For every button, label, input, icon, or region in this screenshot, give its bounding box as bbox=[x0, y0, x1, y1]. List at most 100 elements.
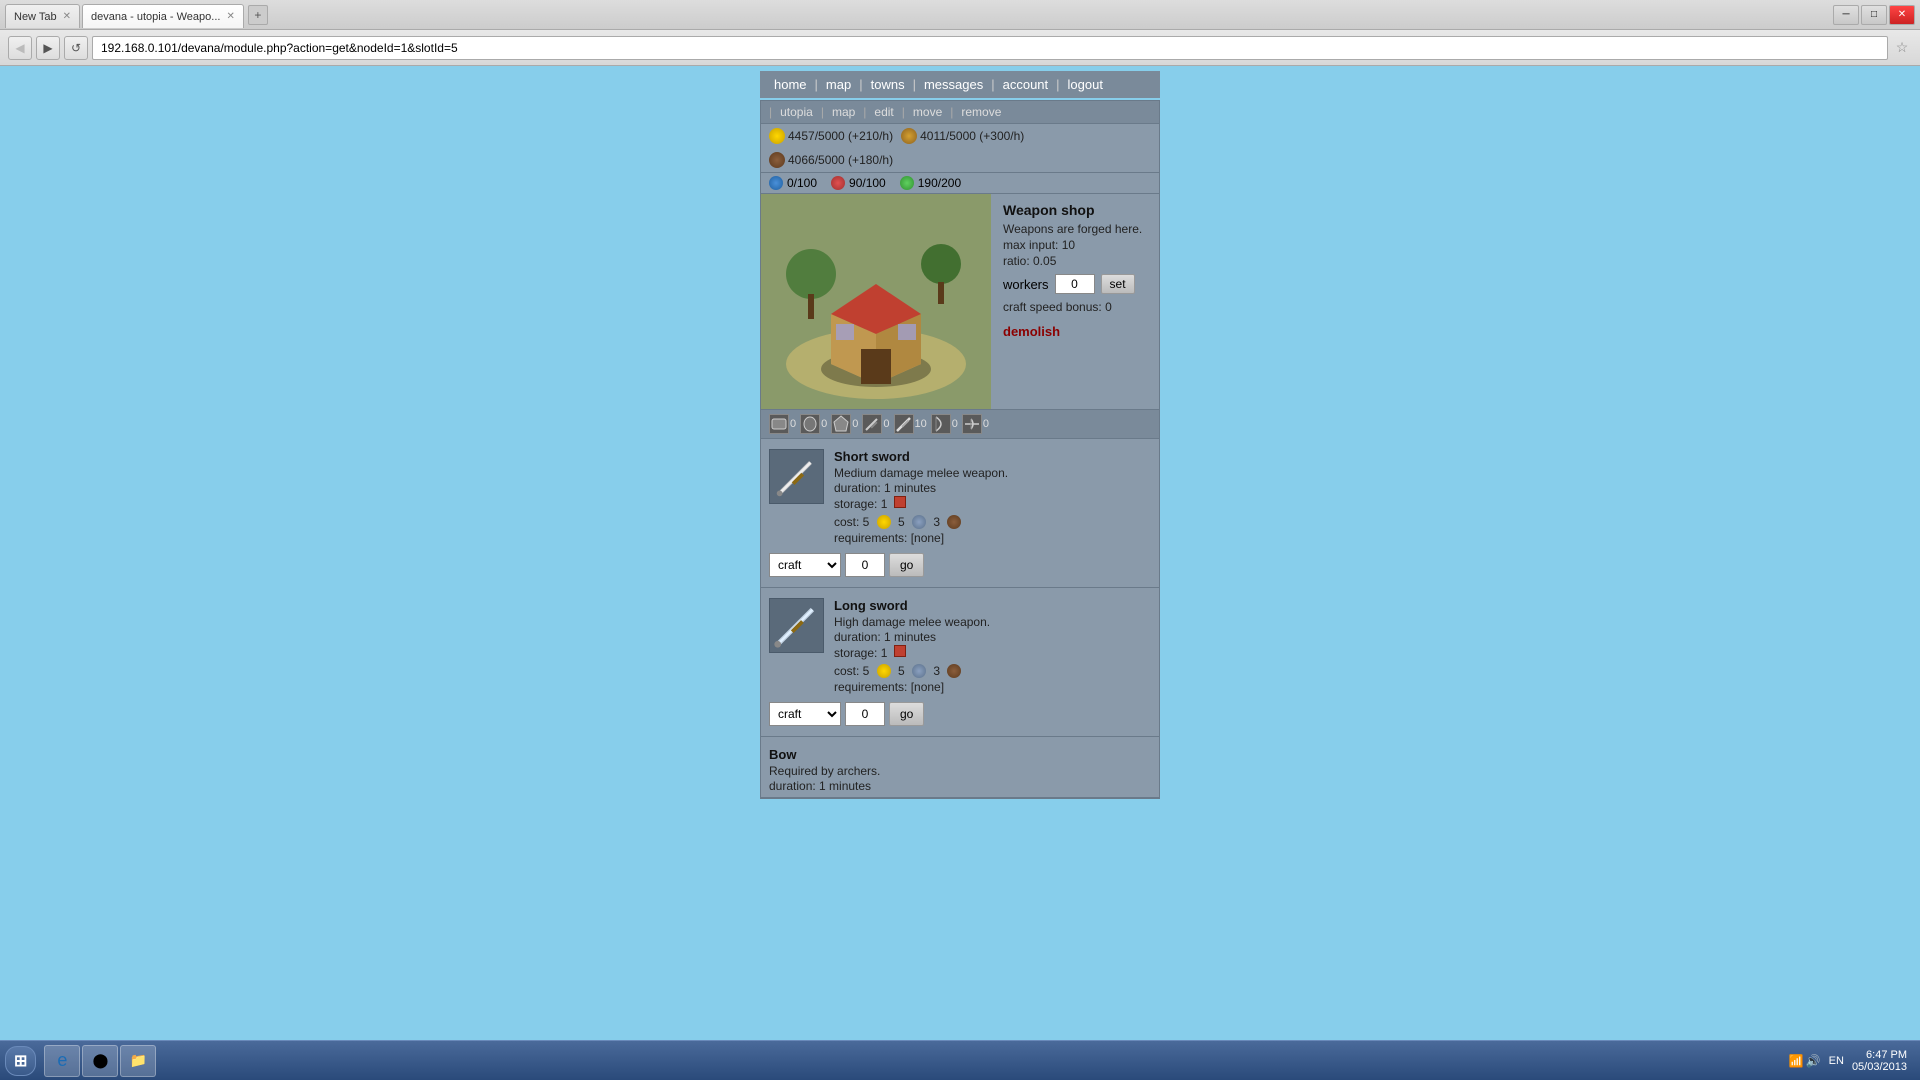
craft-item-short-sword: Short sword Medium damage melee weapon. … bbox=[761, 439, 1159, 588]
equip-count-4: 10 bbox=[915, 418, 927, 430]
short-sword-go-button[interactable]: go bbox=[889, 553, 924, 577]
sub-nav-edit[interactable]: edit bbox=[870, 105, 897, 119]
set-workers-button[interactable]: set bbox=[1101, 274, 1135, 294]
equip-icon-sword2[interactable] bbox=[894, 414, 914, 434]
browser-titlebar: New Tab ✕ devana - utopia - Weapo... ✕ +… bbox=[0, 0, 1920, 30]
taskbar-apps: e ⬤ 📁 bbox=[44, 1045, 156, 1077]
equip-slot-0: 0 bbox=[769, 414, 796, 434]
building-area: Weapon shop Weapons are forged here. max… bbox=[761, 194, 1159, 410]
sub-nav-sep-1: | bbox=[821, 105, 824, 119]
workers-input[interactable] bbox=[1055, 274, 1095, 294]
cost-gold-icon bbox=[877, 515, 891, 529]
sub-nav-remove[interactable]: remove bbox=[957, 105, 1005, 119]
sub-nav-sep-4: | bbox=[950, 105, 953, 119]
equip-icon-sword1[interactable] bbox=[862, 414, 882, 434]
taskbar-app-ie[interactable]: e bbox=[44, 1045, 80, 1077]
taskbar-notifications: 📶 🔊 bbox=[1789, 1054, 1821, 1068]
tab-new[interactable]: New Tab ✕ bbox=[5, 4, 80, 28]
equip-icon-2[interactable] bbox=[831, 414, 851, 434]
craft-speed: craft speed bonus: 0 bbox=[1003, 300, 1147, 314]
window-controls: ─ □ ✕ bbox=[1833, 5, 1915, 25]
gold-resource: 4457/5000 (+210/h) bbox=[769, 128, 893, 144]
short-sword-desc: Medium damage melee weapon. bbox=[834, 466, 1151, 480]
long-sword-cost-gold bbox=[877, 664, 891, 678]
long-sword-header: Long sword High damage melee weapon. dur… bbox=[769, 598, 1151, 694]
nav-sep-3: | bbox=[913, 75, 916, 94]
nav-logout[interactable]: logout bbox=[1062, 75, 1109, 94]
sub-nav-map[interactable]: map bbox=[828, 105, 859, 119]
tab-game-close[interactable]: ✕ bbox=[226, 11, 234, 22]
equip-count-5: 0 bbox=[952, 418, 958, 430]
building-title: Weapon shop bbox=[1003, 202, 1147, 218]
craft-item-bow: Bow Required by archers. duration: 1 min… bbox=[761, 737, 1159, 798]
short-sword-name: Short sword bbox=[834, 449, 1151, 464]
long-sword-go-button[interactable]: go bbox=[889, 702, 924, 726]
building-info: Weapon shop Weapons are forged here. max… bbox=[991, 194, 1159, 409]
wood-icon bbox=[769, 152, 785, 168]
equip-count-3: 0 bbox=[883, 418, 889, 430]
taskbar-clock: 6:47 PM 05/03/2013 bbox=[1852, 1049, 1907, 1073]
taskbar-app-chrome[interactable]: ⬤ bbox=[82, 1045, 118, 1077]
sub-nav-move[interactable]: move bbox=[909, 105, 946, 119]
demolish-button[interactable]: demolish bbox=[1003, 324, 1147, 339]
refresh-button[interactable]: ↺ bbox=[64, 36, 88, 60]
equip-icon-0[interactable] bbox=[769, 414, 789, 434]
tab-game[interactable]: devana - utopia - Weapo... ✕ bbox=[82, 4, 244, 28]
nav-map[interactable]: map bbox=[820, 75, 857, 94]
pop2-icon bbox=[831, 176, 845, 190]
nav-towns[interactable]: towns bbox=[865, 75, 911, 94]
nav-account[interactable]: account bbox=[997, 75, 1055, 94]
maximize-button[interactable]: □ bbox=[1861, 5, 1887, 25]
nav-sep-5: | bbox=[1056, 75, 1059, 94]
sub-nav-sep-2: | bbox=[863, 105, 866, 119]
sub-nav-utopia[interactable]: utopia bbox=[776, 105, 817, 119]
tab-new-close[interactable]: ✕ bbox=[63, 11, 71, 22]
short-sword-cost: cost: 5 5 3 bbox=[834, 515, 1151, 529]
equip-slot-5: 0 bbox=[931, 414, 958, 434]
taskbar-language: EN bbox=[1829, 1055, 1844, 1067]
building-ratio: ratio: 0.05 bbox=[1003, 254, 1147, 268]
cost-wood-icon bbox=[947, 515, 961, 529]
pop1-value: 0/100 bbox=[787, 176, 817, 190]
taskbar-app-files[interactable]: 📁 bbox=[120, 1045, 156, 1077]
nav-sep-1: | bbox=[815, 75, 818, 94]
pop3-icon bbox=[900, 176, 914, 190]
short-sword-icon bbox=[769, 449, 824, 504]
equip-icon-bow[interactable] bbox=[931, 414, 951, 434]
equip-icon-1[interactable] bbox=[800, 414, 820, 434]
long-sword-details: Long sword High damage melee weapon. dur… bbox=[834, 598, 1151, 694]
forward-button[interactable]: ▶ bbox=[36, 36, 60, 60]
new-tab-button[interactable]: + bbox=[248, 5, 268, 25]
short-sword-header: Short sword Medium damage melee weapon. … bbox=[769, 449, 1151, 545]
bookmark-icon[interactable]: ☆ bbox=[1892, 38, 1912, 58]
short-sword-qty-input[interactable] bbox=[845, 553, 885, 577]
minimize-button[interactable]: ─ bbox=[1833, 5, 1859, 25]
bow-desc: Required by archers. bbox=[769, 764, 1151, 778]
equip-slot-2: 0 bbox=[831, 414, 858, 434]
long-sword-qty-input[interactable] bbox=[845, 702, 885, 726]
tab-game-label: devana - utopia - Weapo... bbox=[91, 11, 220, 23]
building-image bbox=[761, 194, 991, 409]
nav-messages[interactable]: messages bbox=[918, 75, 989, 94]
taskbar: ⊞ e ⬤ 📁 📶 🔊 EN 6:47 PM 05/03/2013 bbox=[0, 1040, 1920, 1080]
pop3-value: 190/200 bbox=[918, 176, 961, 190]
address-bar[interactable] bbox=[92, 36, 1888, 60]
equip-count-2: 0 bbox=[852, 418, 858, 430]
nav-home[interactable]: home bbox=[768, 75, 813, 94]
long-sword-craft-controls: craft salvage go bbox=[769, 702, 1151, 726]
short-sword-duration: duration: 1 minutes bbox=[834, 481, 1151, 495]
game-container: home | map | towns | messages | account … bbox=[760, 66, 1160, 804]
pop1-icon bbox=[769, 176, 783, 190]
back-button[interactable]: ◀ bbox=[8, 36, 32, 60]
close-button[interactable]: ✕ bbox=[1889, 5, 1915, 25]
equip-icon-crossbow[interactable] bbox=[962, 414, 982, 434]
long-sword-craft-select[interactable]: craft salvage bbox=[769, 702, 841, 726]
tab-new-label: New Tab bbox=[14, 11, 57, 23]
short-sword-craft-select[interactable]: craft salvage bbox=[769, 553, 841, 577]
browser-toolbar: ◀ ▶ ↺ ☆ bbox=[0, 30, 1920, 66]
long-sword-req: requirements: [none] bbox=[834, 680, 1151, 694]
start-button[interactable]: ⊞ bbox=[5, 1046, 36, 1076]
files-icon: 📁 bbox=[130, 1052, 147, 1069]
equip-count-0: 0 bbox=[790, 418, 796, 430]
browser-window: New Tab ✕ devana - utopia - Weapo... ✕ +… bbox=[0, 0, 1920, 66]
